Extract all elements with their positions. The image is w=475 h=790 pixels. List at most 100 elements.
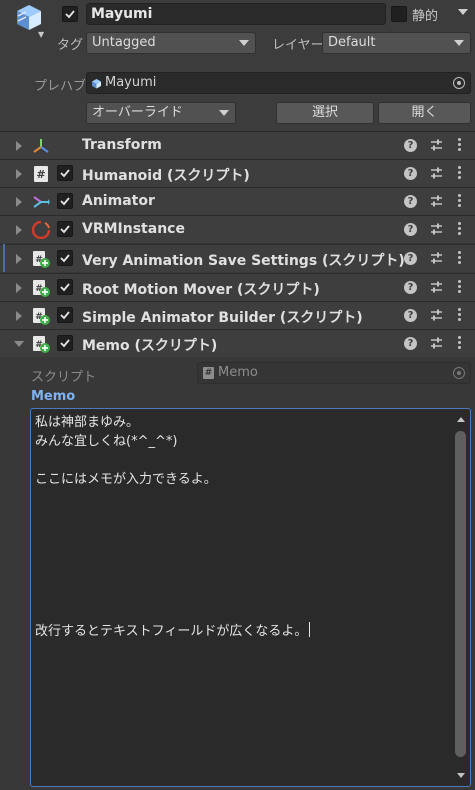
enabled-checkbox[interactable] (57, 279, 73, 295)
overrides-label: オーバーライド (92, 105, 183, 120)
script-field: # Memo (197, 362, 471, 384)
script-hash-icon: # (203, 367, 214, 379)
more-options-icon[interactable] (458, 251, 462, 267)
prefab-value: Mayumi (105, 75, 157, 90)
active-checkbox[interactable] (62, 6, 78, 22)
preset-icon[interactable] (430, 138, 443, 152)
game-object-cube-icon[interactable] (14, 2, 44, 32)
enabled-checkbox[interactable] (57, 250, 73, 266)
script-value: Memo (218, 365, 258, 380)
object-name-field[interactable]: Mayumi (86, 3, 386, 25)
fold-arrow-icon[interactable] (16, 311, 22, 321)
preset-icon[interactable] (430, 194, 443, 208)
select-button[interactable]: 選択 (276, 102, 374, 124)
transform-icon (33, 139, 49, 153)
layer-value: Default (328, 35, 376, 50)
help-icon[interactable]: ? (404, 309, 417, 322)
help-icon[interactable]: ? (404, 337, 417, 350)
component-memo[interactable]: # Memo (スクリプト) ? (0, 329, 475, 357)
component-title: Very Animation Save Settings (スクリプト) (82, 253, 405, 269)
fold-arrow-icon[interactable] (16, 225, 22, 235)
fold-arrow-icon[interactable] (16, 169, 22, 179)
memo-field-label: Memo (31, 389, 76, 404)
enabled-checkbox[interactable] (57, 221, 73, 237)
tag-dropdown[interactable]: Untagged (86, 32, 256, 54)
fold-arrow-icon[interactable] (16, 197, 22, 207)
chevron-down-icon (239, 40, 249, 46)
preset-icon[interactable] (430, 166, 443, 180)
help-icon[interactable]: ? (404, 252, 417, 265)
component-title: Humanoid (スクリプト) (82, 168, 250, 184)
checkmark-icon (60, 197, 70, 206)
static-checkbox[interactable] (391, 6, 407, 22)
help-icon[interactable]: ? (404, 139, 417, 152)
scroll-down-arrow-icon[interactable] (457, 773, 465, 778)
component-vrm-instance[interactable]: VRMInstance ? (0, 215, 475, 243)
checkmark-icon (65, 10, 75, 19)
prefab-cube-icon (92, 79, 101, 89)
cs-script-icon: # (33, 308, 50, 325)
overrides-dropdown[interactable]: オーバーライド (86, 102, 236, 124)
component-humanoid[interactable]: # Humanoid (スクリプト) ? (0, 159, 475, 187)
cs-script-icon: # (33, 251, 50, 268)
component-title: Memo (スクリプト) (82, 338, 218, 354)
preset-icon[interactable] (430, 308, 443, 322)
fold-arrow-icon[interactable] (16, 141, 22, 151)
more-options-icon[interactable] (458, 336, 462, 352)
static-label: 静的 (412, 9, 439, 24)
component-root-motion-mover[interactable]: # Root Motion Mover (スクリプト) ? (0, 273, 475, 301)
preset-icon[interactable] (430, 222, 443, 236)
component-transform[interactable]: Transform ? (0, 131, 475, 159)
scrollbar-thumb[interactable] (455, 431, 466, 757)
fold-arrow-icon[interactable] (16, 254, 22, 264)
help-icon[interactable]: ? (404, 281, 417, 294)
vrm-icon (32, 221, 50, 239)
enabled-checkbox[interactable] (57, 165, 73, 181)
checkmark-icon (60, 339, 70, 348)
enabled-checkbox[interactable] (57, 307, 73, 323)
script-label: スクリプト (31, 370, 97, 385)
open-button[interactable]: 開く (378, 102, 471, 124)
fold-arrow-icon[interactable] (14, 341, 24, 347)
layer-dropdown[interactable]: Default (322, 32, 471, 54)
more-options-icon[interactable] (458, 280, 462, 296)
preset-icon[interactable] (430, 280, 443, 294)
prefab-label: プレハブ (34, 79, 87, 94)
cs-script-icon: # (33, 280, 50, 297)
checkmark-icon (60, 169, 70, 178)
preset-icon[interactable] (430, 336, 443, 350)
component-simple-animator-builder[interactable]: # Simple Animator Builder (スクリプト) ? (0, 301, 475, 329)
object-picker-icon[interactable] (453, 77, 465, 89)
component-very-animation-save-settings[interactable]: # Very Animation Save Settings (スクリプト) ? (0, 244, 475, 272)
help-icon[interactable]: ? (404, 167, 417, 180)
memo-textarea[interactable]: 私は神部まゆみ。 みんな宜しくね(*^_^*) ここにはメモが入力できるよ。 改… (30, 408, 471, 787)
scroll-up-arrow-icon[interactable] (457, 417, 465, 422)
checkmark-icon (60, 311, 70, 320)
chevron-down-icon (454, 40, 464, 46)
more-options-icon[interactable] (458, 308, 462, 324)
enabled-checkbox[interactable] (57, 335, 73, 351)
static-dropdown-caret-icon[interactable] (458, 9, 468, 16)
component-title: Transform (82, 137, 162, 153)
icon-dropdown-caret-icon[interactable]: ▼ (38, 30, 44, 39)
more-options-icon[interactable] (458, 222, 462, 238)
enabled-checkbox[interactable] (57, 193, 73, 209)
component-title: Root Motion Mover (スクリプト) (82, 282, 320, 298)
more-options-icon[interactable] (458, 166, 462, 182)
help-icon[interactable]: ? (404, 195, 417, 208)
preset-icon[interactable] (430, 251, 443, 265)
svg-text:#: # (36, 168, 45, 181)
more-options-icon[interactable] (458, 138, 462, 154)
component-animator[interactable]: Animator ? (0, 187, 475, 215)
memo-component-body: スクリプト # Memo Memo 私は神部まゆみ。 みんな宜しくね(*^_^*… (0, 358, 475, 790)
component-title: Animator (82, 193, 155, 209)
tag-label: タグ (57, 38, 84, 53)
object-picker-icon (453, 367, 465, 379)
modified-indicator (3, 244, 5, 272)
help-icon[interactable]: ? (404, 223, 417, 236)
more-options-icon[interactable] (458, 194, 462, 210)
prefab-field[interactable]: Mayumi (86, 72, 471, 94)
chevron-down-icon (219, 110, 229, 116)
checkmark-icon (60, 283, 70, 292)
fold-arrow-icon[interactable] (16, 283, 22, 293)
